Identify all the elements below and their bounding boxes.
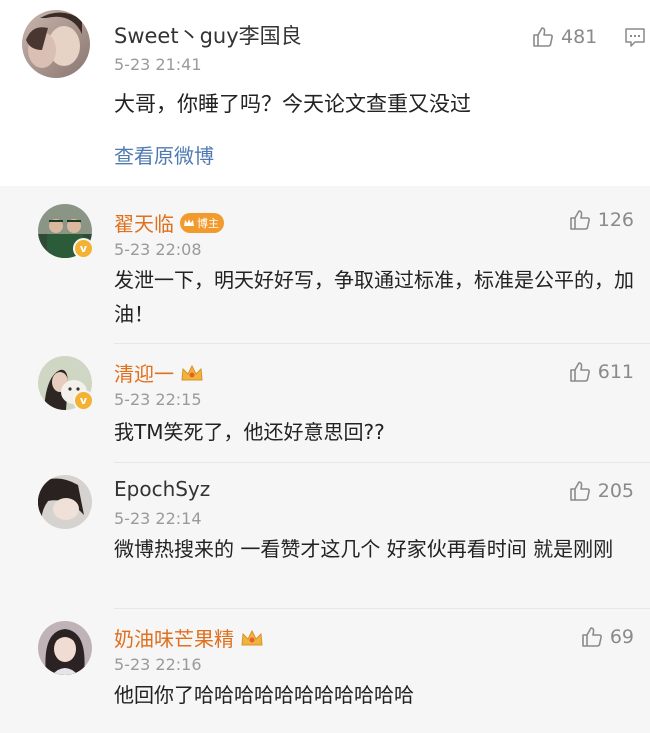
comment-username[interactable]: 奶油味芒果精 xyxy=(114,623,234,652)
comment-timestamp: 5-23 22:15 xyxy=(114,390,202,409)
comment-item: v 翟天临 博主 5-23 22:08 发泄一下，明天好好写，争取通过标准，标准… xyxy=(0,186,650,344)
comment-username[interactable]: EpochSyz xyxy=(114,477,210,501)
comment-timestamp: 5-23 22:16 xyxy=(114,655,202,674)
avatar-image xyxy=(22,10,90,78)
comment-like-count: 611 xyxy=(597,361,634,383)
comment-text: 发泄一下，明天好好写，争取通过标准，标准是公平的，加油！ xyxy=(114,268,634,326)
avatar-image xyxy=(38,621,92,675)
comment-timestamp: 5-23 22:14 xyxy=(114,509,202,528)
avatar[interactable] xyxy=(38,475,92,529)
avatar[interactable] xyxy=(22,10,90,78)
comment-username-row[interactable]: 奶油味芒果精 xyxy=(114,623,264,652)
weibo-comment-screen: Sweet丶guy李国良 5-23 21:41 大哥，你睡了吗？今天论文查重又没… xyxy=(0,0,650,733)
comment-item: EpochSyz 5-23 22:14 微博热搜来的 一看赞才这几个 好家伙再看… xyxy=(0,463,650,609)
comment-item: v 清迎一 5-23 22:15 我TM笑死了，他还好意思回?? 611 xyxy=(0,344,650,463)
post-like-button[interactable]: 481 xyxy=(531,25,597,49)
thumbs-up-icon xyxy=(569,210,590,230)
post-username[interactable]: Sweet丶guy李国良 xyxy=(114,20,302,50)
thumbs-up-icon xyxy=(569,481,590,501)
comment-like-count: 126 xyxy=(597,209,634,231)
crown-icon xyxy=(181,364,203,380)
thumbs-up-icon xyxy=(582,627,602,647)
comment-like-button[interactable]: 126 xyxy=(568,208,634,232)
comment-like-button[interactable]: 205 xyxy=(568,479,634,503)
comment-icon xyxy=(625,28,645,47)
avatar-image xyxy=(38,475,92,529)
verified-badge-icon: v xyxy=(73,390,94,411)
comment-like-button[interactable]: 611 xyxy=(568,360,634,384)
comment-username-row[interactable]: 翟天临 博主 xyxy=(114,208,224,237)
comment-timestamp: 5-23 22:08 xyxy=(114,240,202,259)
post-timestamp: 5-23 21:41 xyxy=(114,55,202,74)
comment-item: 奶油味芒果精 5-23 22:16 他回你了哈哈哈哈哈哈哈哈哈哈哈 69 xyxy=(0,609,650,733)
author-badge: 博主 xyxy=(180,212,224,233)
comment-like-button[interactable]: 69 xyxy=(580,625,634,649)
comment-text: 我TM笑死了，他还好意思回?? xyxy=(114,420,385,444)
crown-icon xyxy=(241,629,263,645)
thumbs-up-icon xyxy=(533,27,553,47)
comment-text: 他回你了哈哈哈哈哈哈哈哈哈哈哈 xyxy=(114,683,414,707)
avatar[interactable]: v xyxy=(38,356,94,411)
post-like-count: 481 xyxy=(561,26,598,48)
view-original-link[interactable]: 查看原微博 xyxy=(114,140,214,169)
comment-username[interactable]: 清迎一 xyxy=(114,358,174,387)
comment-like-count: 69 xyxy=(609,626,634,648)
comment-username-row[interactable]: 清迎一 xyxy=(114,358,204,387)
avatar[interactable]: v xyxy=(38,204,94,259)
comment-username-row[interactable]: EpochSyz xyxy=(114,477,210,501)
comment-like-count: 205 xyxy=(597,480,634,502)
crown-icon xyxy=(184,218,194,226)
post-text: 大哥，你睡了吗？今天论文查重又没过 xyxy=(114,92,471,116)
comment-list: v 翟天临 博主 5-23 22:08 发泄一下，明天好好写，争取通过标准，标准… xyxy=(0,186,650,733)
comment-text: 微博热搜来的 一看赞才这几个 好家伙再看时间 就是刚刚 xyxy=(114,537,614,561)
comment-username[interactable]: 翟天临 xyxy=(114,208,174,237)
author-badge-label: 博主 xyxy=(197,216,219,230)
original-post: Sweet丶guy李国良 5-23 21:41 大哥，你睡了吗？今天论文查重又没… xyxy=(0,0,650,186)
avatar[interactable] xyxy=(38,621,92,675)
verified-badge-icon: v xyxy=(73,238,94,259)
thumbs-up-icon xyxy=(569,362,590,382)
comment-button[interactable] xyxy=(624,26,646,48)
